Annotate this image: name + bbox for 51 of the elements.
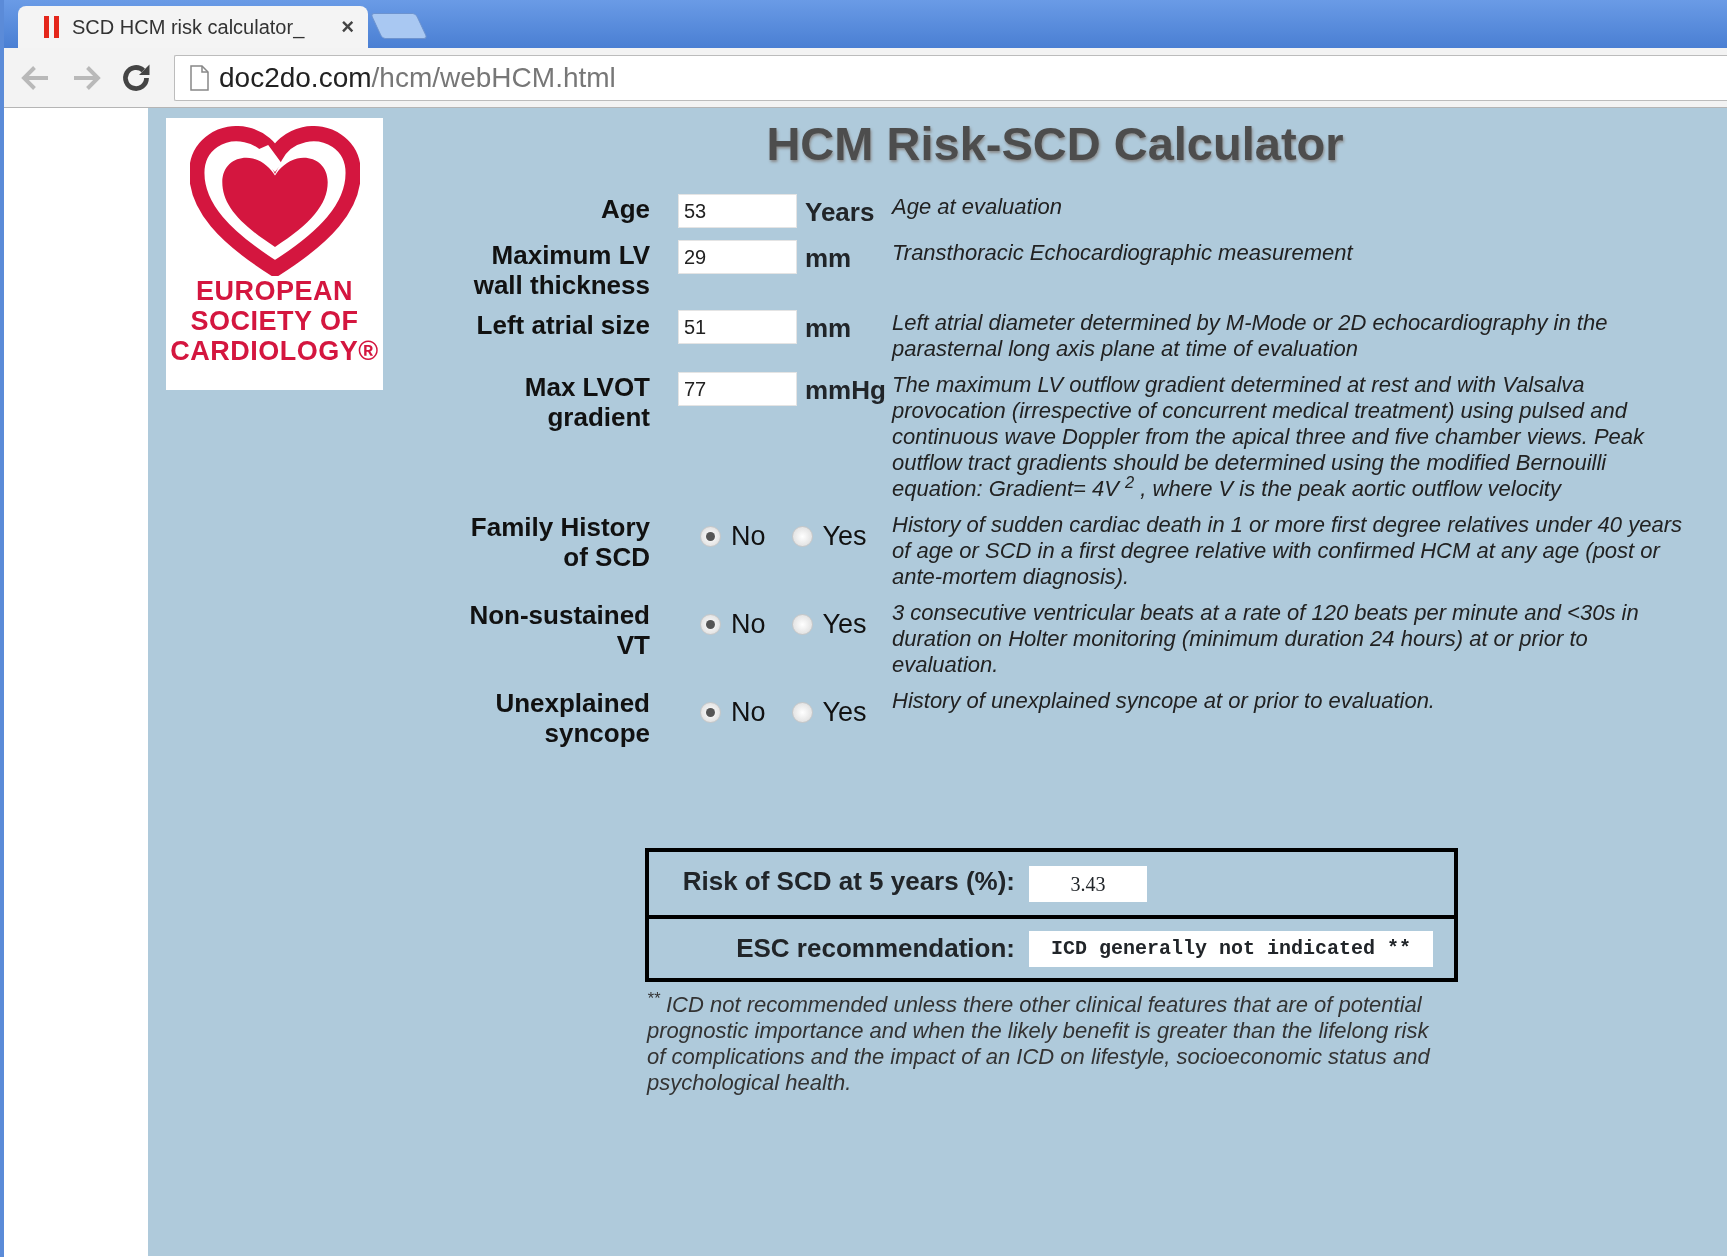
unit-label: Years	[805, 196, 875, 229]
tab-title: SCD HCM risk calculator_	[72, 15, 306, 41]
unit-label: mm	[805, 312, 852, 345]
field-description: History of unexplained syncope at or prior to evaluation.	[892, 688, 1436, 715]
radio-button[interactable]	[700, 701, 721, 723]
risk-value-field: 3.43	[1029, 865, 1147, 902]
option-label[interactable]: Yes	[822, 520, 867, 552]
option-label[interactable]: No	[731, 520, 766, 552]
logo-text: SOCIETY OF	[190, 306, 359, 336]
input-field[interactable]: 53	[678, 194, 797, 228]
field-description: Transthoracic Echocardiographic measurement	[892, 240, 1355, 267]
logo-text: EUROPEAN	[196, 276, 353, 306]
address-bar[interactable]: doc2do.com/hcm/webHCM.html	[174, 54, 1727, 101]
radio-button[interactable]	[791, 525, 813, 547]
option-label[interactable]: No	[731, 696, 766, 728]
option-label[interactable]: Yes	[822, 608, 867, 640]
input-field[interactable]: 51	[678, 310, 797, 344]
field-description: The maximum LV outflow gradient determined at rest and with Valsalva provocation (irrespective of concurrent medical treatment) using pulsed and continuous wave Doppler from the apical three and five chamber views. Peak outflow tract gradients should be determined using the modified Bernouilli equation: Gradient= 4V $^{2}$ , where V is the peak aortic outflow velocity	[892, 372, 1646, 502]
option-label[interactable]: No	[731, 608, 766, 640]
page-icon	[189, 64, 209, 91]
field-description: Age at evaluation	[892, 194, 1064, 221]
radio-button[interactable]	[700, 613, 721, 635]
field-label: Family History of SCD	[469, 512, 650, 574]
logo-text: CARDIOLOGY®	[170, 336, 379, 366]
field-label: Max LVOT gradient	[523, 372, 650, 434]
field-label: Non-sustained VT	[468, 600, 650, 662]
unit-label: mm	[805, 242, 852, 275]
recommendation-label: ESC recommendation:	[735, 932, 1016, 965]
url-text: doc2do.com/hcm/webHCM.html	[219, 60, 616, 95]
field-description: 3 consecutive ventricular beats at a rate of 120 beats per minute and <30s in duration on Holter monitoring (minimum duration 24 hours) at or prior to evaluation.	[892, 600, 1640, 678]
radio-button[interactable]	[791, 701, 813, 723]
radio-button[interactable]	[791, 613, 813, 635]
page-title: HCM Risk-SCD Calculator	[765, 116, 1345, 172]
field-label: Unexplained syncope	[494, 688, 650, 748]
field-label: Left atrial size	[475, 310, 650, 342]
field-description: Left atrial diameter determined by M-Mode or 2D echocardiography in the parasternal long axis plane at time of evaluation	[892, 310, 1609, 362]
favicon-icon	[44, 16, 60, 38]
risk-label: Risk of SCD at 5 years (%):	[681, 865, 1016, 898]
input-field[interactable]: 77	[678, 372, 797, 406]
unit-label: mmHg	[805, 374, 886, 407]
footnote-text: $^{**}$ ICD not recommended unless there other clinical features that are of potential prognostic importance and when the likely benefit is greater than the lifelong risk of complications and the impact of an ICD on lifestyle, socioeconomic status and psychological health.	[647, 992, 1432, 1096]
field-description: History of sudden cardiac death in 1 or more first degree relatives under 40 years of age or SCD in a first degree relative with confirmed HCM at any age (post or ante-mortem diagnosis).	[892, 512, 1683, 590]
field-label: Age	[599, 194, 650, 226]
option-label[interactable]: Yes	[822, 696, 867, 728]
heart-logo-icon	[189, 126, 360, 276]
field-label: Maximum LV wall thickness	[472, 240, 650, 300]
input-field[interactable]: 29	[678, 240, 797, 274]
radio-button[interactable]	[700, 525, 721, 547]
close-tab-button[interactable]: ×	[341, 16, 354, 38]
recommendation-field: ICD generally not indicated **	[1029, 930, 1433, 967]
browser-tab[interactable]: SCD HCM risk calculator_ ×	[18, 6, 368, 48]
